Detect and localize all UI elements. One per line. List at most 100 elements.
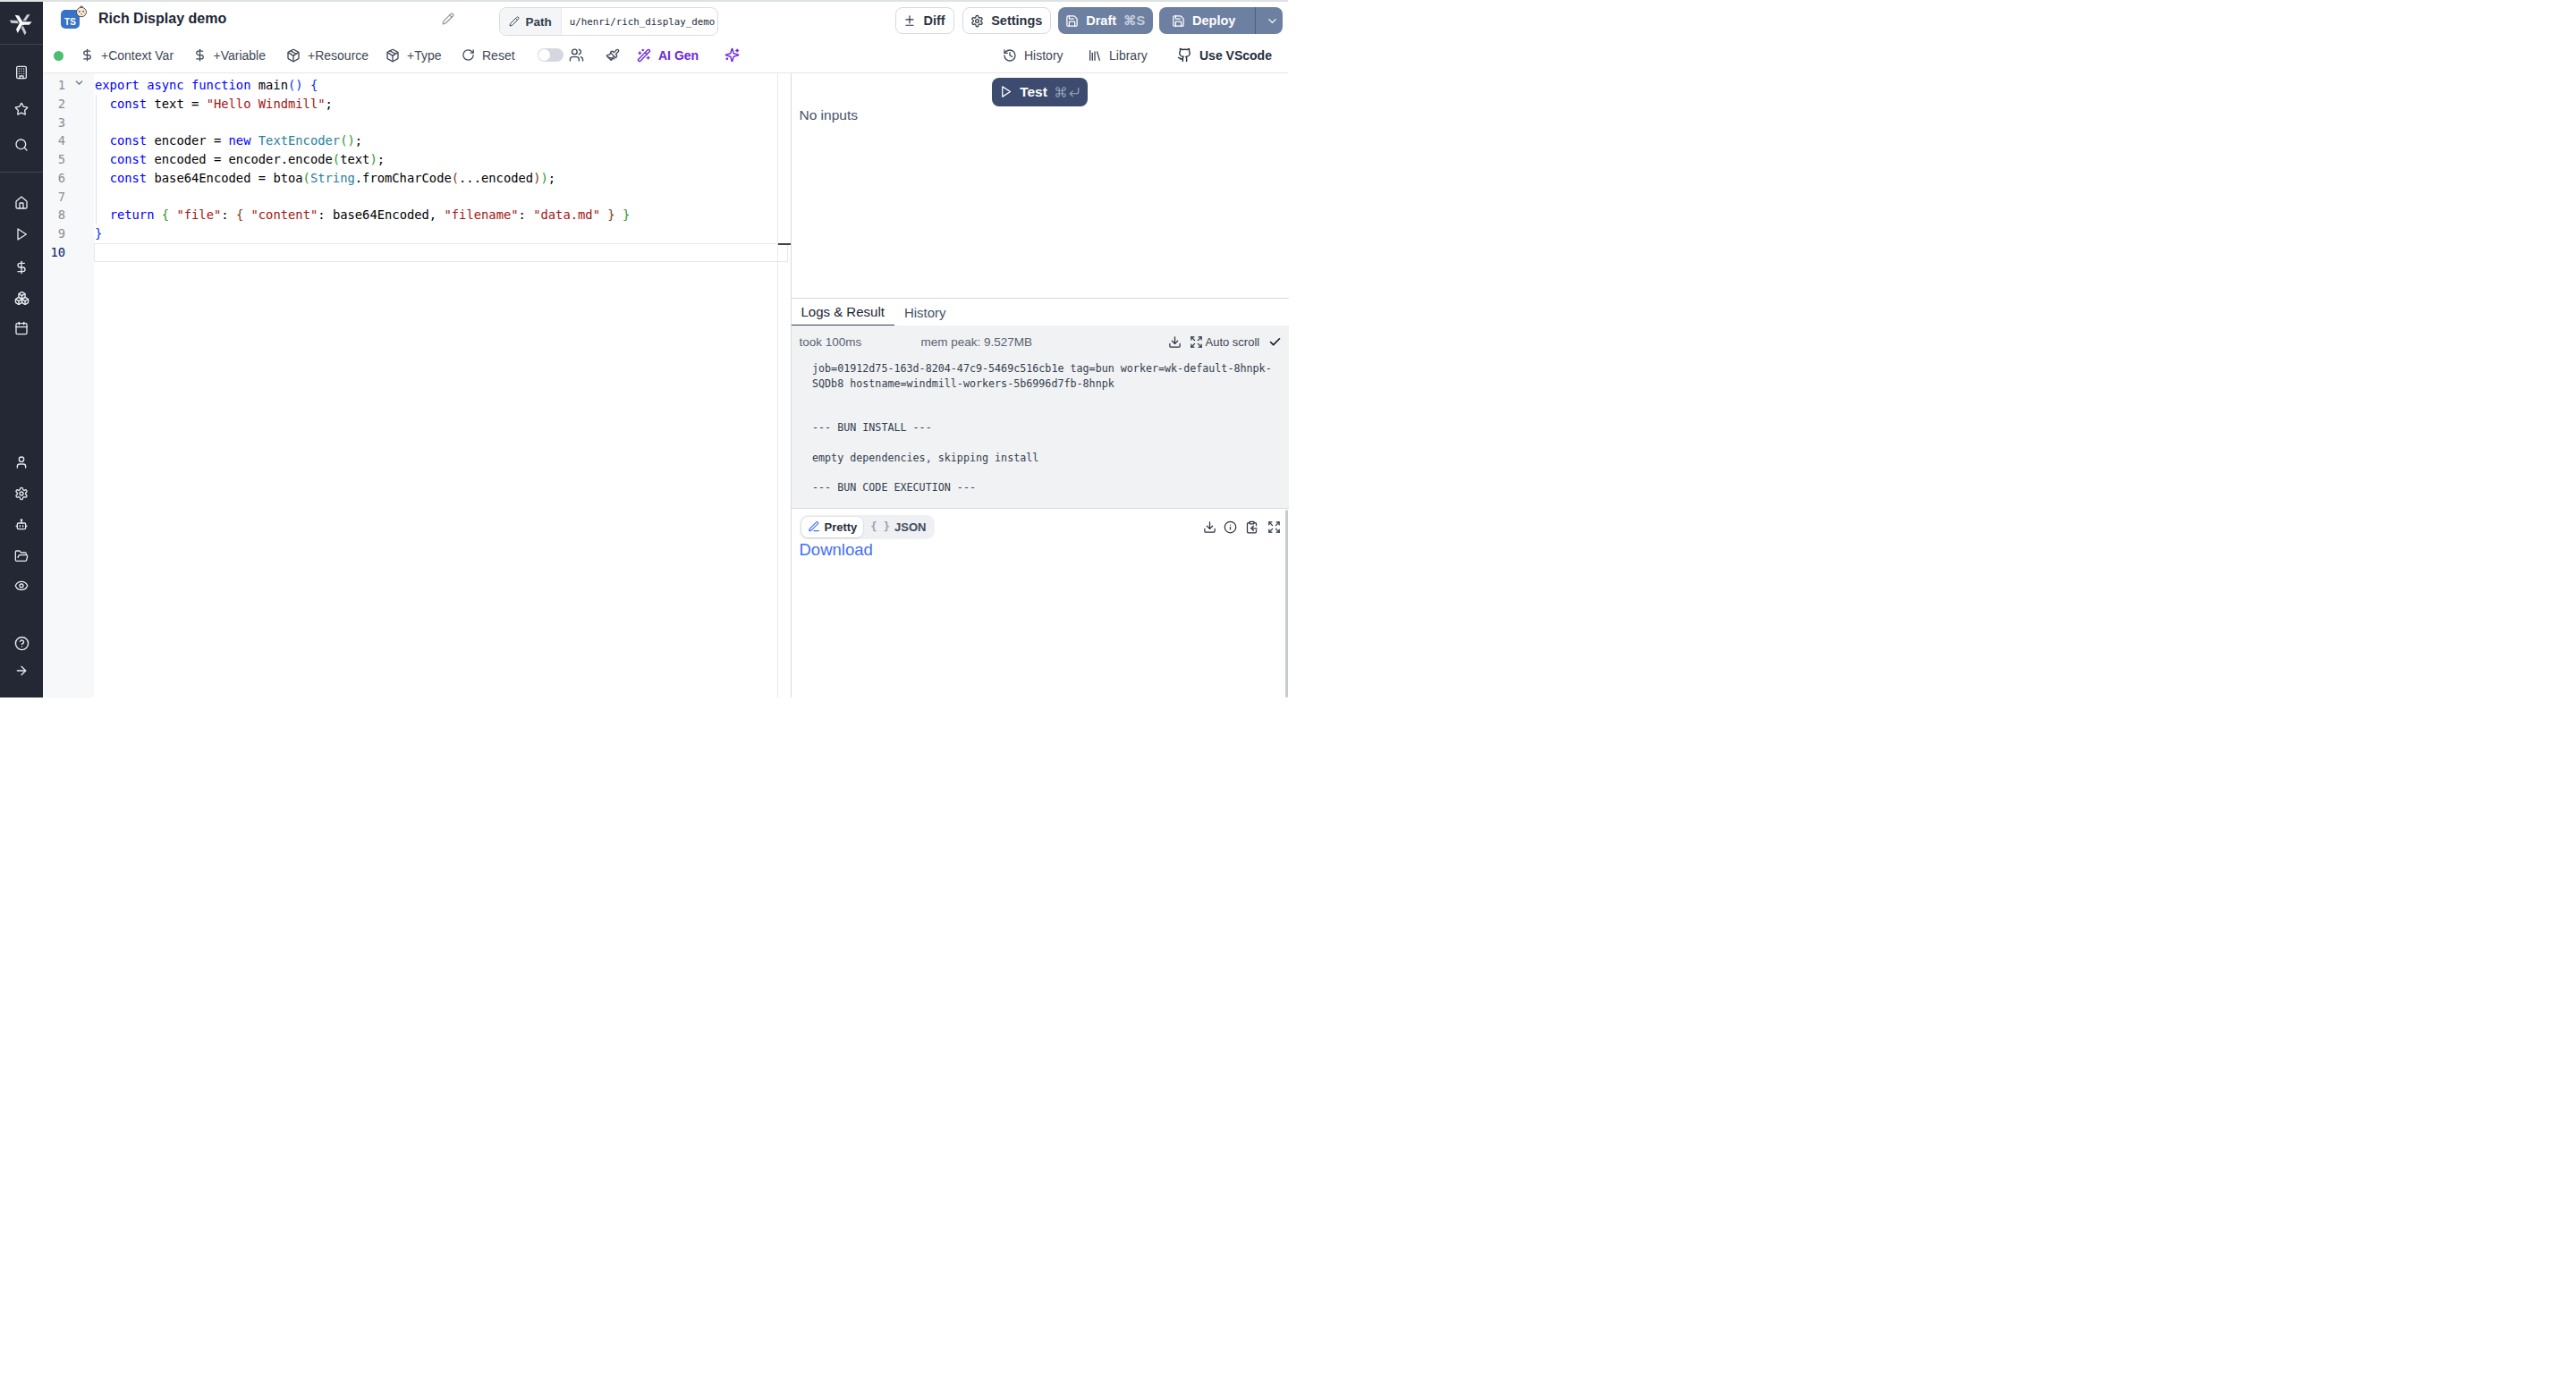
copy-result-button[interactable] [1245, 520, 1258, 534]
deploy-dropdown-button[interactable] [1263, 7, 1283, 34]
edit-title-button[interactable] [442, 13, 454, 25]
multiplayer-users-icon[interactable] [569, 38, 584, 72]
editor-history-button[interactable]: History [1003, 38, 1063, 72]
code-line[interactable]: 1export async function main() { [43, 76, 791, 95]
pretty-toggle-button[interactable]: Pretty [801, 517, 864, 537]
wand-sparkles-icon [637, 48, 651, 63]
sidebar-divider [0, 172, 43, 173]
test-button[interactable]: Test [992, 78, 1088, 106]
sidebar-item-help[interactable] [0, 636, 43, 651]
sidebar-item-home[interactable] [0, 196, 43, 210]
library-icon [1088, 48, 1102, 63]
sidebar-item-variables[interactable] [0, 260, 43, 275]
clipboard-paste-icon [1245, 520, 1258, 534]
sidebar-item-collapse[interactable] [0, 664, 43, 678]
arrow-right-icon [14, 664, 29, 678]
code-line[interactable]: 2 const text = "Hello Windmill"; [43, 95, 791, 114]
download-result-button[interactable] [1203, 520, 1216, 534]
expand-result-button[interactable] [1267, 520, 1281, 534]
multiplayer-toggle[interactable] [538, 38, 564, 72]
tab-history[interactable]: History [894, 299, 956, 326]
package-icon [386, 48, 400, 63]
code-line[interactable]: 7 [43, 188, 791, 207]
home-icon [14, 196, 29, 210]
auto-scroll-label[interactable]: Auto scroll [1206, 335, 1260, 349]
code-line[interactable]: 4 const encoder = new TextEncoder(); [43, 131, 791, 150]
overview-ruler-border [777, 73, 778, 698]
windmill-logo-icon[interactable] [0, 11, 43, 36]
ai-suggest-button[interactable] [724, 38, 740, 72]
sidebar-item-settings[interactable] [0, 486, 43, 501]
dollar-icon [14, 260, 29, 275]
library-button[interactable]: Library [1088, 38, 1148, 72]
pen-line-icon [808, 520, 820, 533]
package-icon [286, 48, 301, 63]
expand-logs-button[interactable] [1190, 335, 1203, 349]
ai-gen-button[interactable]: AI Gen [637, 38, 699, 72]
diff-icon [903, 14, 916, 27]
download-logs-button[interactable] [1168, 335, 1182, 349]
sidebar-item-schedules[interactable] [0, 321, 43, 335]
duration-label: took 100ms [800, 335, 862, 349]
github-icon [1177, 47, 1192, 63]
sidebar-item-resources[interactable] [0, 291, 43, 306]
gear-icon [14, 486, 29, 501]
eye-icon [14, 579, 29, 593]
run-panel: Test No inputs Logs & Result History too… [791, 73, 1289, 698]
deploy-button[interactable]: Deploy [1159, 7, 1248, 34]
path-edit-button[interactable]: Path [500, 8, 562, 35]
sidebar-item-favorites[interactable] [0, 102, 43, 116]
users-icon [569, 47, 584, 63]
user-icon [14, 455, 29, 469]
use-vscode-button[interactable]: Use VScode [1177, 38, 1272, 72]
sidebar-item-account[interactable] [0, 455, 43, 469]
code-line[interactable]: 5 const encoded = encoder.encode(text); [43, 150, 791, 169]
expand-icon [1267, 520, 1281, 534]
code-area[interactable]: 1export async function main() {2 const t… [43, 76, 791, 262]
add-context-var-button[interactable]: +Context Var [80, 38, 174, 72]
sidebar-item-search[interactable] [0, 138, 43, 152]
result-scrollbar[interactable] [1285, 510, 1288, 698]
path-value[interactable]: u/henri/rich_display_demo [562, 8, 718, 35]
json-toggle-button[interactable]: { } JSON [863, 517, 933, 537]
command-icon [1055, 86, 1067, 98]
diff-button[interactable]: Diff [895, 7, 954, 34]
code-line[interactable]: 6 const base64Encoded = btoa(String.from… [43, 169, 791, 188]
download-link[interactable]: Download [800, 540, 873, 560]
baby-emoji-icon [75, 5, 88, 18]
tab-logs-result[interactable]: Logs & Result [792, 299, 894, 326]
indent-guide [96, 95, 97, 224]
dollar-icon [193, 48, 207, 62]
history-icon [1003, 48, 1017, 63]
deploy-split-button: Deploy [1159, 7, 1283, 34]
dollar-icon [80, 48, 94, 62]
result-section: Pretty { } JSON Download [792, 508, 1289, 698]
draft-button[interactable]: Draft ⌘S [1058, 7, 1153, 34]
sidebar-item-folders[interactable] [0, 549, 43, 563]
add-resource-button[interactable]: +Resource [286, 38, 369, 72]
check-icon[interactable] [1268, 335, 1282, 349]
code-line[interactable]: 9} [43, 224, 791, 243]
sidebar-item-workers[interactable] [0, 518, 43, 532]
toggle-switch[interactable] [538, 48, 564, 63]
download-icon [1203, 520, 1216, 534]
sidebar-item-workspace[interactable] [0, 65, 43, 80]
sidebar-item-runs[interactable] [0, 227, 43, 241]
path-box: Path u/henri/rich_display_demo [499, 7, 718, 36]
format-code-button[interactable] [606, 38, 620, 72]
result-info-button[interactable] [1224, 520, 1237, 534]
code-line[interactable]: 3 [43, 114, 791, 132]
overview-ruler-cursor [778, 243, 791, 246]
corner-down-left-icon [1068, 86, 1080, 98]
add-variable-button[interactable]: +Variable [193, 38, 267, 72]
reset-icon [462, 48, 475, 62]
log-output[interactable]: job=01912d75-163d-8204-47c9-5469c516cb1e… [812, 361, 1275, 495]
code-editor[interactable]: 1export async function main() {2 const t… [43, 73, 791, 698]
code-line[interactable]: 8 return { "file": { "content": base64En… [43, 206, 791, 224]
reset-button[interactable]: Reset [462, 38, 515, 72]
sidebar-item-audit-logs[interactable] [0, 579, 43, 593]
add-type-button[interactable]: +Type [386, 38, 442, 72]
code-line[interactable]: 10 [43, 243, 791, 262]
settings-button[interactable]: Settings [962, 7, 1051, 34]
boxes-icon [14, 291, 30, 306]
